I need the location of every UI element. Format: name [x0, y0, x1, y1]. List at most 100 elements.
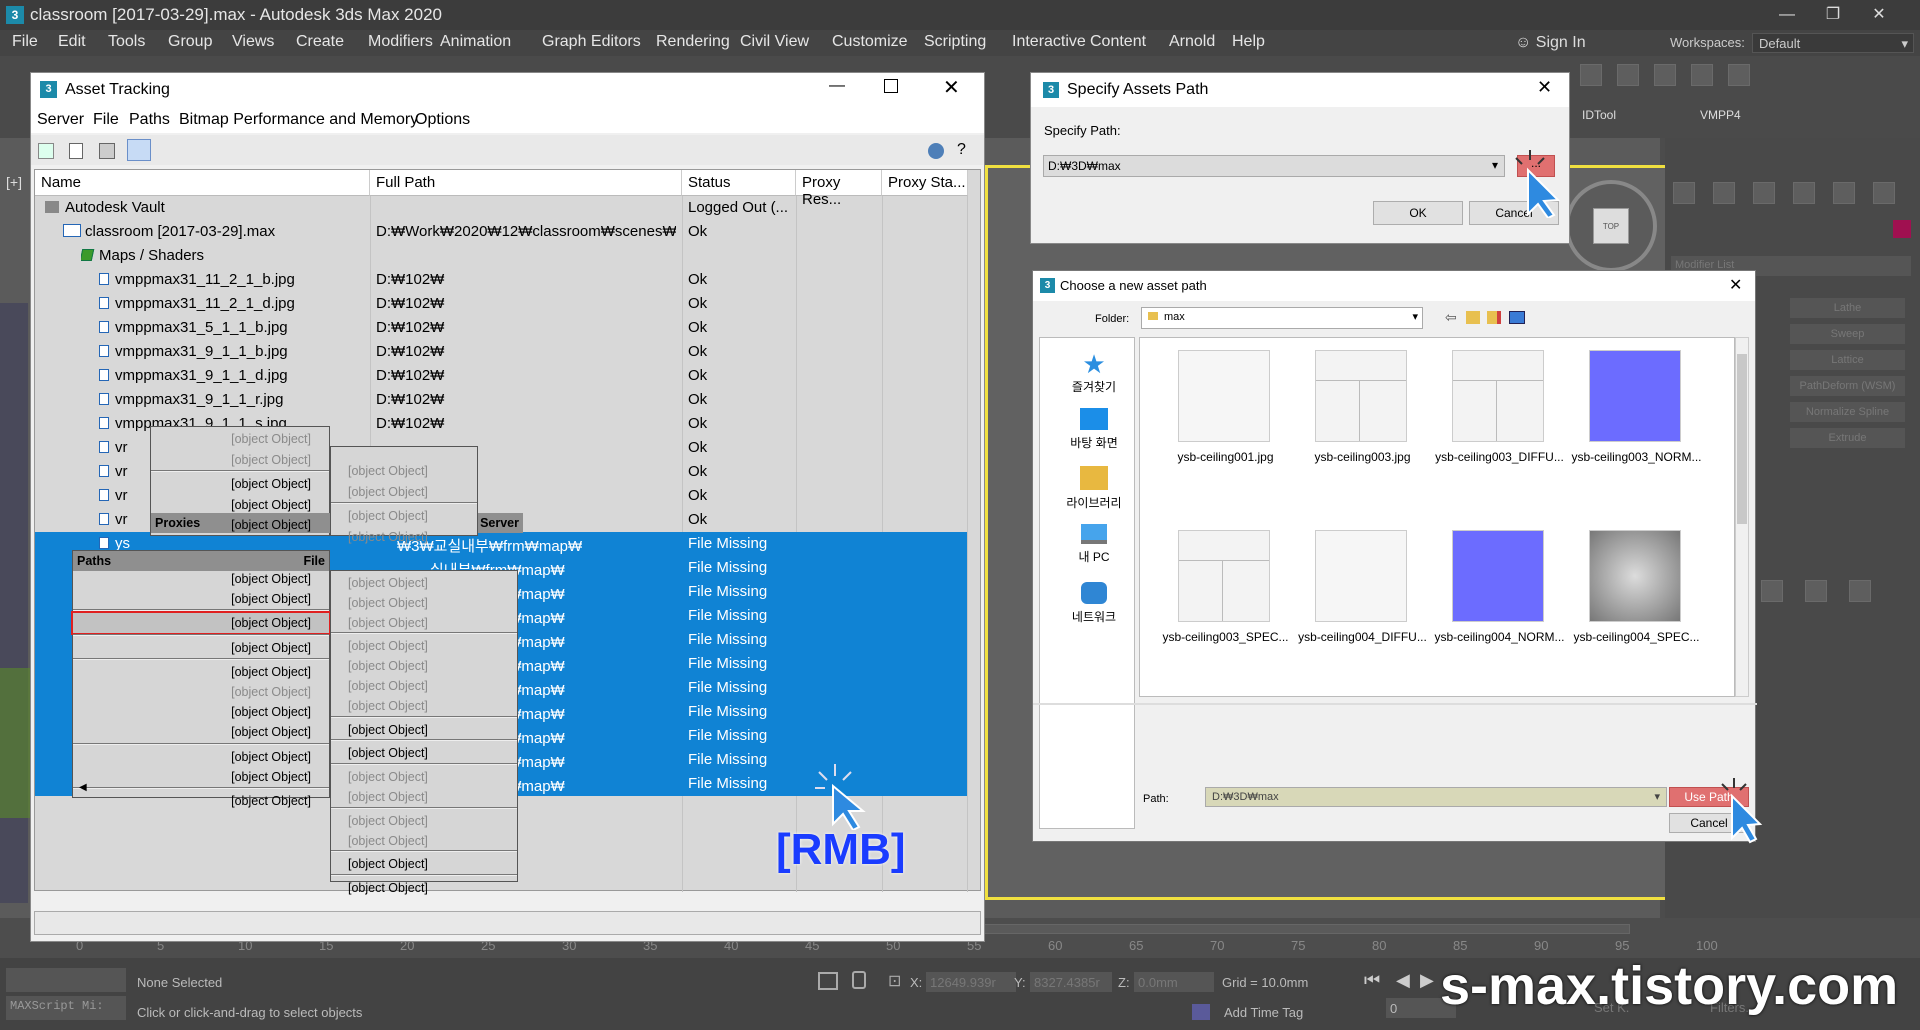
- tool-label[interactable]: IDTool: [1582, 108, 1616, 122]
- z-coordinate-field[interactable]: 0.0mm: [1134, 972, 1214, 992]
- modifier-button[interactable]: Lattice: [1790, 350, 1905, 370]
- modifier-button[interactable]: Normalize Spline: [1790, 402, 1905, 422]
- asset-menu-item[interactable]: Options: [415, 111, 470, 129]
- menu-item-copy-file-s[interactable]: [object Object]: [331, 720, 517, 740]
- menu-create[interactable]: Create: [296, 33, 344, 51]
- maxscript-listener[interactable]: MAXScript Mi:: [6, 996, 126, 1020]
- asset-menu-item[interactable]: File: [93, 111, 119, 129]
- column-header-name[interactable]: Name: [35, 170, 370, 196]
- previous-frame-icon[interactable]: ◀: [1396, 970, 1410, 991]
- menu-animation[interactable]: Animation: [440, 33, 511, 51]
- asset-menu-item[interactable]: Server: [37, 111, 84, 129]
- menu-item-refresh[interactable]: [object Object]: [331, 878, 517, 898]
- folder-combo[interactable]: max ▾: [1141, 307, 1423, 329]
- table-row[interactable]: vmppmax31_9_1_1_d.jpg D:₩102₩ Ok: [35, 364, 967, 388]
- close-icon[interactable]: ✕: [1537, 77, 1552, 98]
- create-icon[interactable]: [1673, 182, 1695, 204]
- asset-menu-item[interactable]: Paths: [129, 111, 170, 129]
- display-icon[interactable]: [1833, 182, 1855, 204]
- minimize-icon[interactable]: —: [1764, 0, 1810, 30]
- menu-item-preferences[interactable]: [object Object]: [73, 791, 329, 811]
- close-icon[interactable]: ✕: [1729, 275, 1742, 295]
- maximize-icon[interactable]: [884, 79, 898, 93]
- file-thumbnail[interactable]: ysb-ceiling003_NORM...: [1569, 350, 1704, 525]
- tool-label[interactable]: VMPP4: [1700, 108, 1741, 122]
- nav-favorites[interactable]: ★ 즐겨찾기: [1050, 350, 1138, 395]
- maxscript-listener-top[interactable]: [6, 968, 126, 992]
- menu-graph-editors[interactable]: Graph Editors: [542, 33, 641, 51]
- render-icon[interactable]: [1654, 64, 1676, 86]
- workspaces-dropdown[interactable]: Default ▾: [1752, 33, 1914, 53]
- table-row[interactable]: vmppmax31_11_2_1_b.jpg D:₩102₩ Ok: [35, 268, 967, 292]
- file-thumbnail[interactable]: ysb-ceiling003_DIFFU...: [1432, 350, 1567, 525]
- menu-group[interactable]: Group: [168, 33, 212, 51]
- table-row[interactable]: vmppmax31_9_1_1_r.jpg D:₩102₩ Ok: [35, 388, 967, 412]
- render-setup-icon[interactable]: [1580, 64, 1602, 86]
- thumbnail-view-icon[interactable]: [99, 143, 115, 159]
- object-color-swatch[interactable]: [1893, 220, 1911, 238]
- column-header-full-path[interactable]: Full Path: [370, 170, 682, 196]
- menu-edit[interactable]: Edit: [58, 33, 86, 51]
- menu-customize[interactable]: Customize: [832, 33, 908, 51]
- play-icon[interactable]: ▶: [1420, 970, 1434, 991]
- table-row[interactable]: vmppmax31_5_1_1_b.jpg D:₩102₩ Ok: [35, 316, 967, 340]
- scrollbar-thumb[interactable]: [1737, 354, 1747, 524]
- nav-network[interactable]: 네트워크: [1050, 582, 1138, 625]
- file-thumbnail[interactable]: ysb-ceiling003_SPEC...: [1158, 530, 1293, 696]
- menu-item-custom-dependencies[interactable]: [object Object]: [331, 854, 517, 874]
- absolute-mode-icon[interactable]: ⊡: [888, 971, 901, 991]
- menu-file[interactable]: File: [12, 33, 38, 51]
- column-header-proxy-status[interactable]: Proxy Sta...: [882, 170, 968, 196]
- menu-item-get-from-provider[interactable]: [object Object]: [331, 743, 517, 763]
- menu-item-strip-path[interactable]: [object Object]: [73, 662, 329, 682]
- menu-item-make-path-relative-to-project-folder[interactable]: [object Object]: [73, 702, 329, 722]
- remove-modifier-icon[interactable]: [1805, 580, 1827, 602]
- table-row[interactable]: classroom [2017-03-29].max D:₩Work₩2020₩1…: [35, 220, 967, 244]
- refresh-icon[interactable]: [38, 143, 54, 159]
- close-icon[interactable]: ✕: [943, 75, 960, 100]
- lock-icon[interactable]: [852, 971, 866, 989]
- menu-item-enable-proxy-system[interactable]: [object Object]: [151, 515, 329, 535]
- view-menu-icon[interactable]: [1509, 311, 1525, 324]
- path-combo[interactable]: D:₩3D₩max ▾: [1205, 787, 1667, 807]
- menu-item-global-settings[interactable]: [object Object]: [151, 474, 329, 494]
- file-list-scrollbar[interactable]: [1735, 337, 1749, 697]
- restore-icon[interactable]: ❐: [1810, 0, 1856, 30]
- go-to-start-icon[interactable]: ⏮: [1364, 970, 1380, 991]
- pin-stack-icon[interactable]: [1761, 580, 1783, 602]
- modifier-button[interactable]: PathDeform (WSM): [1790, 376, 1905, 396]
- menu-item-enable-bitmap-paging[interactable]: [object Object]: [151, 495, 329, 515]
- table-row[interactable]: Autodesk Vault Logged Out (...: [35, 196, 967, 220]
- menu-rendering[interactable]: Rendering: [656, 33, 730, 51]
- menu-arnold[interactable]: Arnold: [1169, 33, 1215, 51]
- menu-item-resolve-path-to-unc-location[interactable]: [object Object]: [73, 722, 329, 742]
- menu-views[interactable]: Views: [232, 33, 274, 51]
- menu-item-configure-project-paths[interactable]: [object Object]: [73, 767, 329, 787]
- minimize-icon[interactable]: —: [829, 77, 845, 95]
- help-icon[interactable]: ?: [957, 141, 966, 159]
- column-header-status[interactable]: Status: [682, 170, 796, 196]
- utilities-icon[interactable]: [1873, 182, 1895, 204]
- configure-sets-icon[interactable]: [1849, 580, 1871, 602]
- render-activeshade-icon[interactable]: [1691, 64, 1713, 86]
- file-thumbnail-grid[interactable]: ysb-ceiling001.jpg ysb-ceiling003.jpg ysb-…: [1139, 337, 1735, 697]
- column-header-proxy-resolution[interactable]: Proxy Res...: [796, 170, 882, 208]
- close-icon[interactable]: ✕: [1856, 0, 1902, 30]
- viewcube-compass-icon[interactable]: TOP: [1565, 180, 1657, 272]
- time-tag-icon[interactable]: [1192, 1004, 1210, 1020]
- x-coordinate-field[interactable]: 12649.939r: [926, 972, 1016, 992]
- add-time-tag-button[interactable]: Add Time Tag: [1224, 1005, 1303, 1020]
- file-thumbnail[interactable]: ysb-ceiling004_NORM...: [1432, 530, 1567, 696]
- table-view-icon[interactable]: [127, 139, 151, 161]
- file-thumbnail[interactable]: ysb-ceiling004_DIFFU...: [1295, 530, 1430, 696]
- nav-library[interactable]: 라이브러리: [1050, 466, 1138, 511]
- viewport-label[interactable]: [+]: [6, 174, 22, 190]
- modify-icon[interactable]: [1713, 182, 1735, 204]
- menu-tools[interactable]: Tools: [108, 33, 145, 51]
- menu-interactive[interactable]: Interactive: [1012, 33, 1086, 51]
- nav-desktop[interactable]: 바탕 화면: [1050, 408, 1138, 451]
- sign-in-link[interactable]: ☺ Sign In: [1515, 34, 1586, 52]
- table-row[interactable]: vmppmax31_11_2_1_d.jpg D:₩102₩ Ok: [35, 292, 967, 316]
- back-icon[interactable]: ⇦: [1445, 309, 1457, 326]
- modifier-button[interactable]: Sweep: [1790, 324, 1905, 344]
